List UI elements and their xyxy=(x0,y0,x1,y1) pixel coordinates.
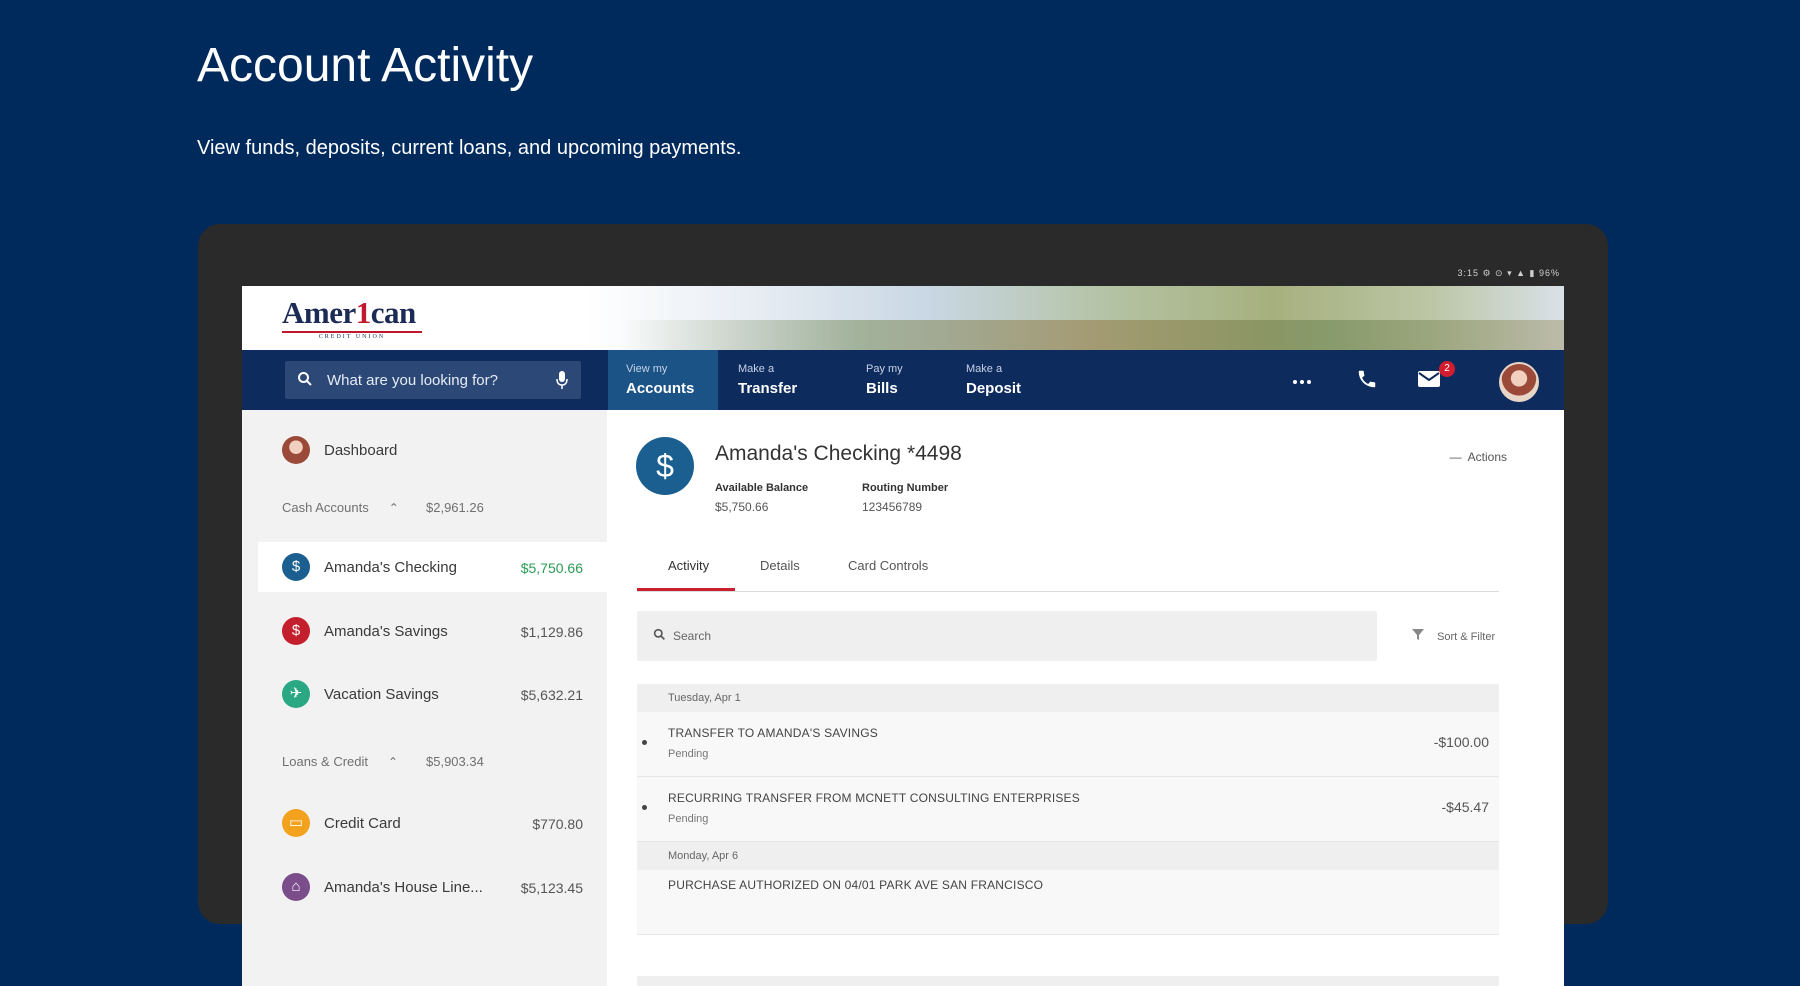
airplane-icon: ✈ xyxy=(282,680,310,708)
phone-icon[interactable] xyxy=(1356,368,1378,395)
tablet-frame: 3:15 ⚙ ⊙ ▾ ▲ ▮ 96% Amer1can CREDIT UNION… xyxy=(198,224,1608,986)
more-icon[interactable] xyxy=(1292,372,1312,390)
status-bar: 3:15 ⚙ ⊙ ▾ ▲ ▮ 96% xyxy=(1457,268,1560,278)
loans-credit-group[interactable]: Loans & Credit ⌃ $5,903.34 xyxy=(282,754,484,769)
sidebar-item-label: Amanda's Checking xyxy=(324,559,457,576)
nav-item-caption: Make a xyxy=(738,363,775,375)
sidebar-item-label: Amanda's House Line... xyxy=(324,879,483,896)
sidebar-item-amount: $1,129.86 xyxy=(520,624,583,640)
header-landscape-image xyxy=(622,320,1564,350)
promo-title: Account Activity xyxy=(197,39,534,92)
group-amount: $2,961.26 xyxy=(426,500,484,515)
transaction-amount: -$100.00 xyxy=(1433,734,1489,750)
cash-accounts-group[interactable]: Cash Accounts ⌃ $2,961.26 xyxy=(282,500,484,515)
group-label: Cash Accounts xyxy=(282,500,369,515)
nav-pay-bills[interactable]: Pay my Bills xyxy=(848,350,948,410)
sidebar-item-amount: $5,632.21 xyxy=(520,687,583,703)
mail-badge: 2 xyxy=(1439,361,1455,377)
user-avatar[interactable] xyxy=(1499,362,1539,402)
sidebar-item-amount: $5,750.66 xyxy=(520,560,583,576)
sidebar-item-label: Vacation Savings xyxy=(324,686,439,703)
transaction-description: RECURRING TRANSFER FROM MCNETT CONSULTIN… xyxy=(668,791,1080,805)
dollar-icon: $ xyxy=(282,553,310,581)
nav-make-deposit[interactable]: Make a Deposit xyxy=(948,350,1058,410)
global-search-input[interactable]: What are you looking for? xyxy=(285,361,581,399)
dashboard-avatar xyxy=(282,436,310,464)
transaction-status: Pending xyxy=(668,813,709,825)
sidebar-item-house-line[interactable]: ⌂ Amanda's House Line... $5,123.45 xyxy=(242,862,607,912)
logo-underline xyxy=(282,331,422,333)
date-header: Monday, Apr 6 xyxy=(637,842,1499,870)
sidebar-item-label: Dashboard xyxy=(324,442,398,459)
group-label: Loans & Credit xyxy=(282,754,368,769)
sidebar-item-label: Amanda's Savings xyxy=(324,623,448,640)
microphone-icon[interactable] xyxy=(555,370,569,395)
nav-view-accounts[interactable]: View my Accounts xyxy=(608,350,718,410)
transaction-row[interactable]: RECURRING TRANSFER FROM MCNETT CONSULTIN… xyxy=(637,777,1499,842)
credit-card-icon: ▭ xyxy=(282,809,310,837)
nav-make-transfer[interactable]: Make a Transfer xyxy=(720,350,840,410)
transaction-row[interactable]: TRANSFER TO AMANDA'S SAVINGS Pending -$1… xyxy=(637,712,1499,777)
sidebar-item-amount: $770.80 xyxy=(532,816,583,832)
transaction-amount: -$45.47 xyxy=(1441,799,1489,815)
app-screen: Amer1can CREDIT UNION What are you looki… xyxy=(242,286,1564,986)
sidebar-item-label: Credit Card xyxy=(324,815,401,832)
pending-dot-icon xyxy=(642,740,647,745)
nav-item-caption: Pay my xyxy=(866,363,903,375)
group-amount: $5,903.34 xyxy=(426,754,484,769)
sidebar-item-amount: $5,123.45 xyxy=(520,880,583,896)
nav-item-label: Accounts xyxy=(626,380,695,397)
nav-item-label: Bills xyxy=(866,380,898,397)
sidebar-item-amandas-checking[interactable]: $ Amanda's Checking $5,750.66 xyxy=(258,542,607,592)
chevron-up-icon: ⌃ xyxy=(388,501,399,515)
transaction-status: Pending xyxy=(668,748,709,760)
brand-header: Amer1can CREDIT UNION xyxy=(242,286,1564,350)
transaction-description: TRANSFER TO AMANDA'S SAVINGS xyxy=(668,726,878,740)
main-nav: What are you looking for? View my Accoun… xyxy=(242,350,1564,410)
sidebar-item-dashboard[interactable]: Dashboard xyxy=(242,434,607,466)
mail-icon[interactable] xyxy=(1417,370,1441,393)
global-search-placeholder: What are you looking for? xyxy=(327,372,498,389)
promo-subtitle: View funds, deposits, current loans, and… xyxy=(197,137,742,159)
pending-dot-icon xyxy=(642,805,647,810)
dollar-icon: $ xyxy=(282,617,310,645)
transaction-row[interactable]: PURCHASE AUTHORIZED ON 04/01 PARK AVE SA… xyxy=(637,870,1499,935)
nav-item-label: Deposit xyxy=(966,380,1022,397)
house-icon: ⌂ xyxy=(282,873,310,901)
nav-item-label: Transfer xyxy=(738,380,798,397)
date-header: Tuesday, Apr 1 xyxy=(637,684,1499,712)
sidebar-item-amandas-savings[interactable]: $ Amanda's Savings $1,129.86 xyxy=(242,606,607,656)
transaction-description: PURCHASE AUTHORIZED ON 04/01 PARK AVE SA… xyxy=(668,878,1044,892)
sidebar-item-vacation-savings[interactable]: ✈ Vacation Savings $5,632.21 xyxy=(242,669,607,719)
nav-item-caption: View my xyxy=(626,363,668,375)
search-icon xyxy=(297,371,313,392)
logo-subtitle: CREDIT UNION xyxy=(318,334,386,340)
chevron-up-icon: ⌃ xyxy=(388,755,399,769)
logo-wordmark: Amer1can xyxy=(282,295,416,330)
sidebar-item-credit-card[interactable]: ▭ Credit Card $770.80 xyxy=(242,798,607,848)
logo[interactable]: Amer1can CREDIT UNION xyxy=(282,296,428,342)
nav-item-caption: Make a xyxy=(966,363,1003,375)
